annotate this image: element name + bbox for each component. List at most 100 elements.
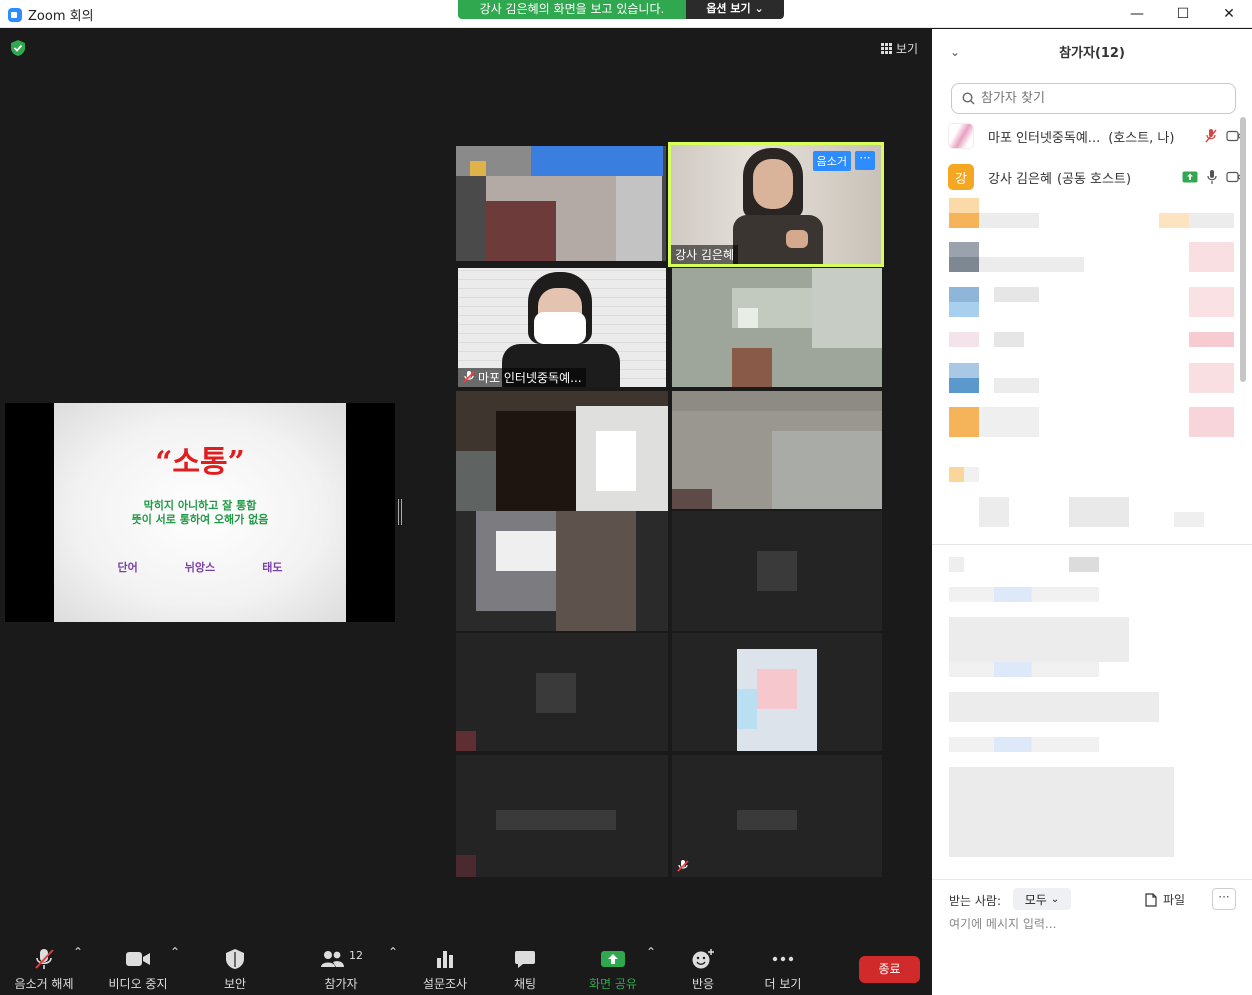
participant-icons [1182,169,1244,185]
polls-button[interactable]: 설문조사 [415,945,475,995]
participant-role: (공동 호스트) [1056,171,1132,187]
view-options-button[interactable]: 옵션 보기 ⌄ [686,0,784,19]
security-button[interactable]: 보안 [210,945,260,995]
polls-label: 설문조사 [422,977,468,991]
video-tile[interactable] [672,391,882,509]
participants-button[interactable]: 12 참가자 [312,945,370,995]
video-tile[interactable] [456,146,666,261]
participants-icon [321,951,344,967]
blurred-participant-row [979,407,1039,437]
chevron-up-icon[interactable]: ⌃ [646,945,656,995]
chat-recipient-value: 모두 [1024,892,1047,907]
muted-mic-icon [463,371,475,383]
view-button[interactable]: 보기 [880,40,918,57]
video-tile[interactable] [672,755,882,877]
avatar: 강 [948,164,974,190]
app-title: Zoom 회의 [8,5,94,24]
blurred-chat-message [949,767,1174,857]
self-video-tile[interactable]: 마포 인터넷중독예... [458,268,666,387]
end-meeting-button[interactable]: 종료 [859,956,920,983]
blurred-participant-row [949,407,979,437]
zoom-logo-icon [8,7,22,22]
chat-bubble-icon [515,951,535,968]
share-screen-icon [601,951,625,967]
meeting-toolbar: 음소거 해제 ⌃ 비디오 중지 ⌃ 보안 12 참가자 ⌃ 설문조사 채팅 화면… [0,945,932,995]
self-name: 마포 인터넷중독예... [478,371,582,385]
chevron-down-icon: ⌄ [1050,893,1060,905]
reactions-button[interactable]: 반응 [680,945,726,995]
shield-icon[interactable] [10,39,26,57]
slide-keyword: 태도 [262,561,283,574]
blurred-participant-row [1189,332,1234,347]
participant-row[interactable]: 마포 인터넷중독예... (호스트, 나) [948,122,1244,150]
unmute-request-button[interactable]: 음소거 [812,151,851,171]
video-tile[interactable] [672,633,882,751]
security-label: 보안 [223,977,247,991]
active-speaker-tile[interactable]: 음소거 ··· 강사 김은혜 [668,142,884,267]
blurred-participant-row [1189,363,1234,393]
more-dots-icon [772,956,794,962]
poll-chart-icon [437,951,453,968]
blurred-chat-message [1069,557,1099,572]
split-view-handle[interactable] [398,499,402,525]
blurred-chat-message [949,617,1129,662]
video-tile[interactable] [456,633,668,751]
chevron-up-icon[interactable]: ⌃ [170,945,180,995]
chevron-up-icon[interactable]: ⌃ [388,945,398,995]
participant-search[interactable] [951,83,1236,114]
chat-recipient-label: 받는 사람: [949,894,1002,908]
close-button[interactable]: ✕ [1206,0,1252,28]
muted-mic-icon [677,860,689,872]
chevron-up-icon[interactable]: ⌃ [73,945,83,995]
chat-label: 채팅 [513,977,537,991]
slide-line: 뜻이 서로 통하여 오해가 없음 [131,513,269,526]
slide-line: 막히지 아니하고 잘 통함 [143,499,257,512]
reactions-label: 반응 [691,977,715,991]
blurred-participant-row [1069,497,1129,527]
blurred-participant-row [949,242,979,272]
video-tile[interactable] [672,268,882,387]
speaker-name-tag: 강사 김은혜 [671,245,739,264]
chat-button[interactable]: 채팅 [500,945,550,995]
slide-keyword: 단어 [117,561,138,574]
shared-screen: “소통” 막히지 아니하고 잘 통함 뜻이 서로 통하여 오해가 없음 단어 뉘… [5,403,395,622]
minimize-button[interactable]: — [1114,0,1160,28]
chat-file-label: 파일 [1163,893,1186,907]
chat-more-button[interactable]: ··· [1212,888,1236,910]
participant-list-scrollbar[interactable] [1240,117,1246,382]
participant-search-input[interactable] [981,91,1211,106]
mic-icon[interactable] [1206,169,1218,185]
stop-video-button[interactable]: 비디오 중지 [102,945,174,995]
blurred-participant-row [1189,287,1234,317]
video-tile[interactable] [672,511,882,631]
blurred-participant-row [949,467,979,482]
slide-title: “소통” [155,445,245,480]
participant-row[interactable]: 강 강사 김은혜 (공동 호스트) [948,163,1244,191]
unmute-label: 음소거 해제 [14,977,74,991]
blurred-participant-row [949,287,979,317]
chat-footer: 받는 사람: 모두 ⌄ 파일 ··· [932,879,1252,995]
blurred-participant-row [979,257,1084,272]
video-camera-icon [126,952,150,966]
blurred-chat-message [949,692,1159,722]
blurred-participant-row [979,497,1009,527]
blurred-chat-message [949,587,1099,602]
chat-message-input[interactable] [949,917,1239,931]
chat-recipient-select[interactable]: 모두 ⌄ [1013,888,1071,910]
tile-more-button[interactable]: ··· [855,151,875,170]
maximize-button[interactable]: ☐ [1160,0,1206,28]
video-tile[interactable] [456,755,668,877]
window-title: Zoom 회의 [28,9,94,24]
more-button[interactable]: 더 보기 [756,945,810,995]
chat-file-button[interactable]: 파일 [1145,891,1185,908]
video-tile[interactable] [456,511,668,631]
muted-mic-icon[interactable] [1204,128,1218,144]
screen-share-banner: 강사 김은혜의 화면을 보고 있습니다. [458,0,686,19]
avatar-letter: 강 [955,171,967,187]
share-screen-label: 화면 공유 [589,977,637,991]
blurred-participant-row [949,198,979,228]
video-tile[interactable] [456,391,668,511]
unmute-button[interactable]: 음소거 해제 [8,945,80,995]
blurred-participant-row [994,378,1039,393]
share-screen-button[interactable]: 화면 공유 [583,945,643,995]
